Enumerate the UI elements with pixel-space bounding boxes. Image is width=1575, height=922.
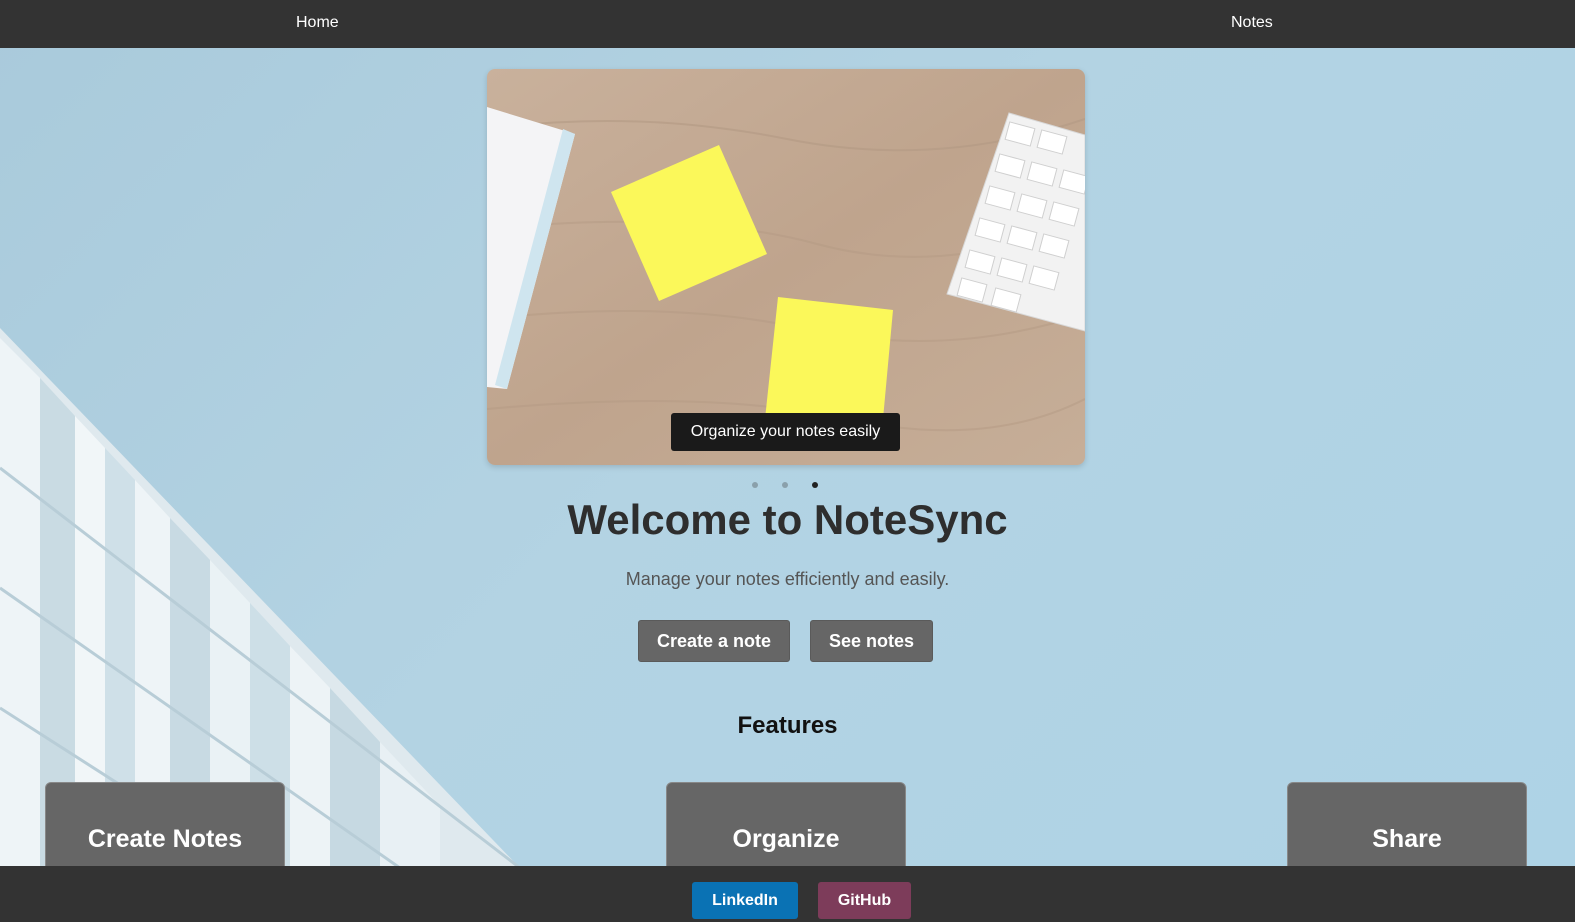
carousel-caption: Organize your notes easily [671,413,900,451]
footer: LinkedIn GitHub [0,866,1575,922]
carousel-dot-2[interactable] [782,482,788,488]
carousel-dot-1[interactable] [752,482,758,488]
top-navbar: Home Notes [0,0,1575,48]
nav-notes-link[interactable]: Notes [1231,14,1273,32]
page-title: Welcome to NoteSync [567,496,1008,543]
hero-carousel[interactable]: Organize your notes easily [487,69,1085,465]
create-note-button[interactable]: Create a note [638,620,790,662]
nav-home-link[interactable]: Home [296,14,339,32]
see-notes-button[interactable]: See notes [810,620,933,662]
carousel-indicators [750,482,820,490]
features-heading: Features [737,712,838,739]
hero-subtitle: Manage your notes efficiently and easily… [625,569,950,589]
github-button[interactable]: GitHub [818,882,911,919]
linkedin-button[interactable]: LinkedIn [692,882,798,919]
desk-sticky-notes-image [487,69,1085,465]
carousel-dot-3[interactable] [812,482,818,488]
background-building-image [0,48,520,868]
